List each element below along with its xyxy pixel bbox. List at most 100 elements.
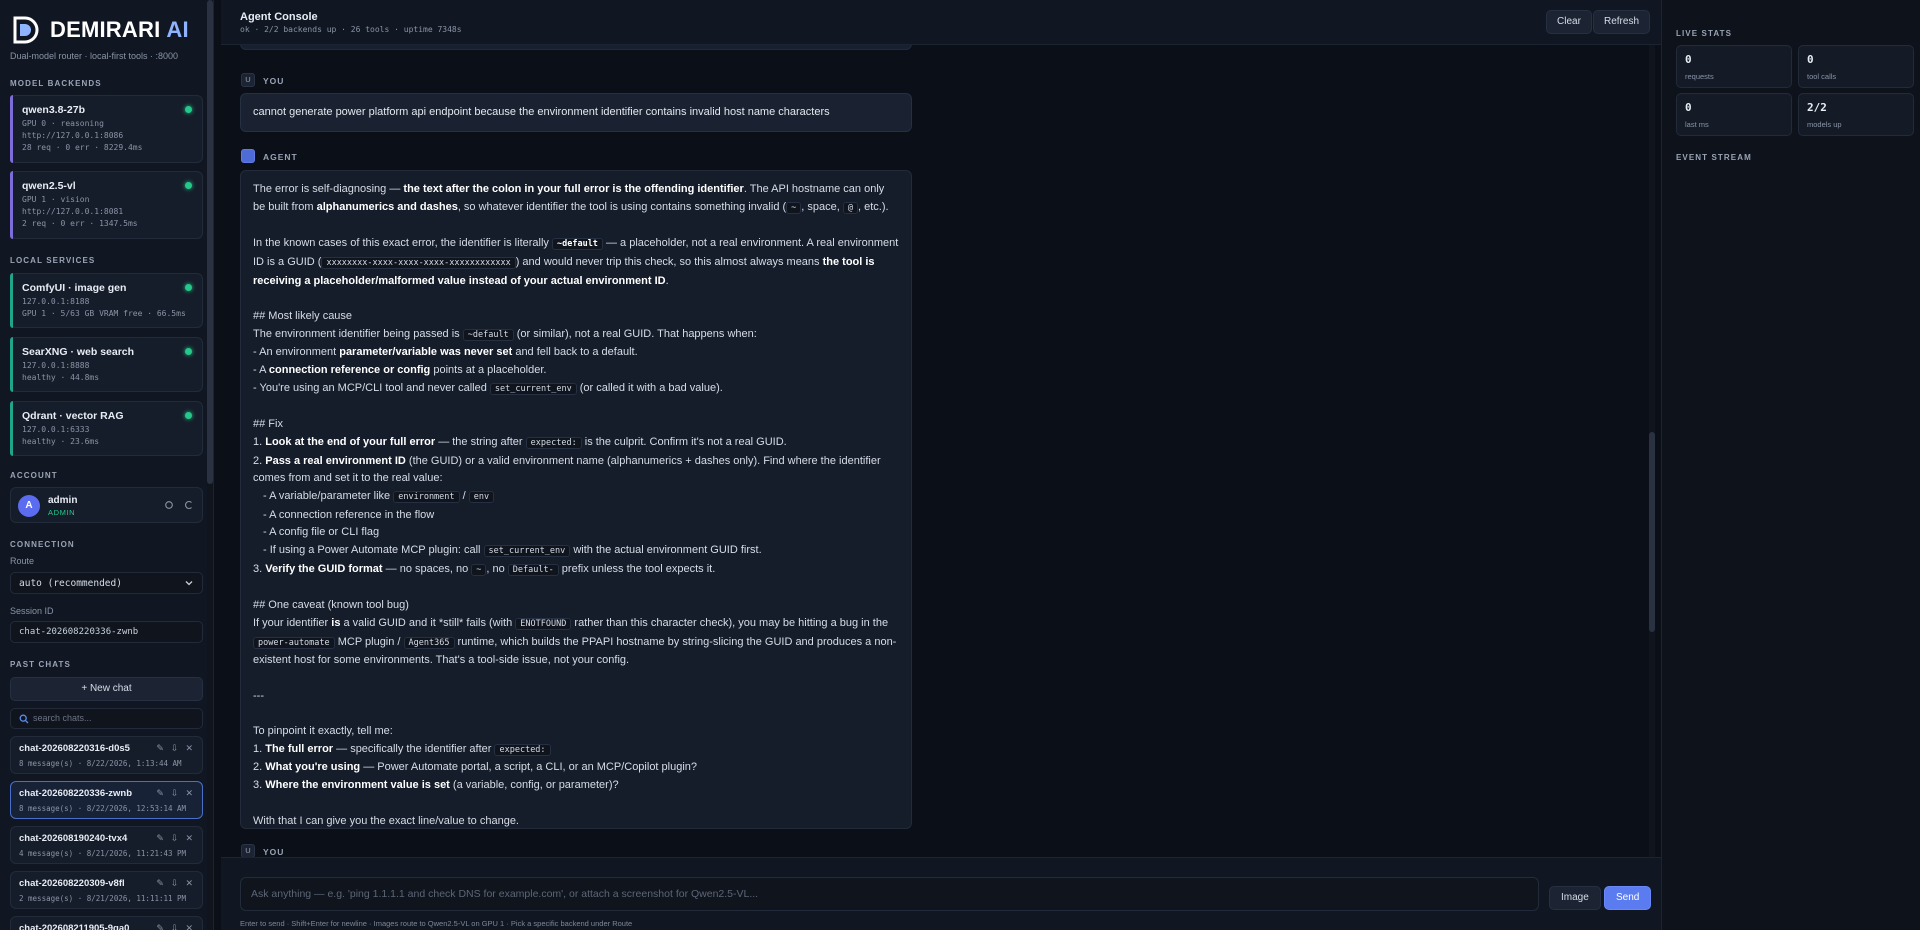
agent-paragraph: In the known cases of this exact error, …	[253, 237, 899, 287]
brand-name: DEMIRARI AI	[50, 17, 189, 42]
backend-name: qwen2.5-vl	[22, 180, 76, 192]
stat-last-ms: 0 last ms	[1676, 93, 1792, 136]
previous-message-bubble	[240, 45, 912, 50]
service-card-comfyui[interactable]: ComfyUI · image gen 127.0.0.1:8188 GPU 1…	[10, 273, 203, 328]
agent-heading: ## Fix	[253, 418, 283, 431]
service-status: GPU 1 · 5/63 GB VRAM free · 66.5ms	[22, 309, 186, 318]
top-bar: Agent Console ok · 2/2 backends up · 26 …	[221, 0, 1661, 45]
agent-line: 3. Where the environment value is set (a…	[253, 779, 619, 792]
account-card[interactable]: A admin ADMIN	[10, 487, 203, 523]
page-title: Agent Console	[240, 11, 318, 23]
rename-icon[interactable]: ✎	[156, 743, 164, 754]
stat-models-up: 2/2 models up	[1798, 93, 1914, 136]
rename-icon[interactable]: ✎	[156, 833, 164, 844]
brand[interactable]: DEMIRARI AI	[10, 14, 189, 46]
agent-line: 3. Verify the GUID format — no spaces, n…	[253, 562, 716, 576]
export-icon[interactable]: ⇩	[171, 743, 179, 754]
chat-list-item[interactable]: chat-202608220316-d0s5 8 message(s) · 8/…	[10, 736, 203, 774]
chat-scrollbar-thumb[interactable]	[1649, 432, 1655, 632]
backend-stats: 2 req · 0 err · 1347.5ms	[22, 219, 138, 228]
export-icon[interactable]: ⇩	[171, 923, 179, 930]
refresh-button[interactable]: Refresh	[1593, 10, 1651, 34]
message-input[interactable]: Ask anything — e.g. 'ping 1.1.1.1 and ch…	[240, 877, 1539, 911]
backend-gpu: GPU 1 · vision	[22, 195, 90, 204]
service-status: healthy · 23.6ms	[22, 437, 100, 446]
backend-card-qwen2-vl[interactable]: qwen2.5-vl GPU 1 · vision http://127.0.0…	[10, 171, 203, 239]
service-address: 127.0.0.1:8188	[22, 297, 90, 306]
stat-label: requests	[1685, 72, 1714, 81]
backend-gpu: GPU 0 · reasoning	[22, 119, 104, 128]
route-select[interactable]: auto (recommended)	[10, 572, 203, 594]
chevron-down-icon	[185, 581, 193, 586]
stat-value: 2/2	[1807, 101, 1827, 114]
attach-image-button[interactable]: Image	[1549, 886, 1601, 910]
delete-icon[interactable]: ✕	[185, 743, 193, 754]
account-role: ADMIN	[48, 508, 76, 517]
chat-meta: 8 message(s) · 8/22/2026, 1:13:44 AM	[19, 759, 182, 768]
composer: Ask anything — e.g. 'ping 1.1.1.1 and ch…	[221, 857, 1661, 930]
agent-line: - If using a Power Automate MCP plugin: …	[263, 544, 762, 558]
chat-list-item[interactable]: chat-202608211905-9qa0 ✎ ⇩ ✕	[10, 916, 203, 930]
service-address: 127.0.0.1:6333	[22, 425, 90, 434]
sidebar-scrollbar[interactable]	[207, 0, 213, 930]
agent-line: - A config file or CLI flag	[263, 526, 380, 539]
service-name: Qdrant · vector RAG	[22, 410, 124, 422]
agent-heading: ## Most likely cause	[253, 309, 353, 322]
user-message: cannot generate power platform api endpo…	[240, 93, 912, 132]
service-status: healthy · 44.8ms	[22, 373, 100, 382]
stat-label: last ms	[1685, 120, 1709, 129]
service-name: ComfyUI · image gen	[22, 282, 127, 294]
live-stats-title: LIVE STATS	[1676, 29, 1733, 38]
clear-button[interactable]: Clear	[1546, 10, 1592, 34]
chat-list-item[interactable]: chat-202608190240-tvx4 4 message(s) · 8/…	[10, 826, 203, 864]
session-label: Session ID	[10, 606, 54, 616]
export-icon[interactable]: ⇩	[171, 878, 179, 889]
stat-value: 0	[1685, 101, 1692, 114]
send-button[interactable]: Send	[1604, 886, 1652, 910]
stat-label: tool calls	[1807, 72, 1837, 81]
chat-transcript: U YOU cannot generate power platform api…	[221, 45, 1661, 857]
delete-icon[interactable]: ✕	[185, 788, 193, 799]
agent-line: 2. Pass a real environment ID (the GUID)…	[253, 454, 881, 485]
export-icon[interactable]: ⇩	[171, 833, 179, 844]
search-icon	[19, 714, 29, 724]
service-card-qdrant[interactable]: Qdrant · vector RAG 127.0.0.1:6333 healt…	[10, 401, 203, 456]
chat-scrollbar[interactable]	[1649, 45, 1655, 857]
rename-icon[interactable]: ✎	[156, 878, 164, 889]
chat-meta: 4 message(s) · 8/21/2026, 11:21:43 PM	[19, 849, 187, 858]
service-card-searxng[interactable]: SearXNG · web search 127.0.0.1:8888 heal…	[10, 337, 203, 392]
chat-list-item-active[interactable]: chat-202608220336-zwnb 8 message(s) · 8/…	[10, 781, 203, 819]
agent-line: If your identifier is a valid GUID and i…	[253, 616, 897, 667]
sidebar-scrollbar-thumb[interactable]	[207, 0, 213, 484]
search-chats-input[interactable]: search chats...	[10, 708, 203, 729]
route-label: Route	[10, 556, 35, 566]
agent-line: 2. What you're using — Power Automate po…	[253, 761, 698, 774]
rename-icon[interactable]: ✎	[156, 923, 164, 930]
backend-card-qwen3[interactable]: qwen3.8-27b GPU 0 · reasoning http://127…	[10, 95, 203, 163]
session-id-field[interactable]: chat-202608220336-zwnb	[10, 621, 203, 643]
agent-paragraph: The error is self-diagnosing — the text …	[253, 183, 889, 214]
status-dot-icon	[185, 412, 192, 419]
delete-icon[interactable]: ✕	[185, 923, 193, 930]
chat-list-item[interactable]: chat-202608220309-v8fl 2 message(s) · 8/…	[10, 871, 203, 909]
logout-icon[interactable]	[184, 500, 194, 510]
agent-line: - A connection reference in the flow	[263, 508, 435, 521]
export-icon[interactable]: ⇩	[171, 788, 179, 799]
delete-icon[interactable]: ✕	[185, 833, 193, 844]
user-role-label: YOU	[263, 847, 285, 857]
new-chat-button[interactable]: + New chat	[10, 677, 203, 701]
user-badge-icon: U	[241, 73, 255, 87]
chat-meta: 8 message(s) · 8/22/2026, 12:53:14 AM	[19, 804, 187, 813]
account-name: admin	[48, 495, 78, 506]
stat-label: models up	[1807, 120, 1842, 129]
user-badge-icon: U	[241, 844, 255, 857]
delete-icon[interactable]: ✕	[185, 878, 193, 889]
agent-line: - A connection reference or config point…	[253, 364, 547, 376]
theme-toggle-icon[interactable]	[164, 500, 174, 510]
model-backends-title: MODEL BACKENDS	[10, 79, 102, 88]
demirari-logo-icon	[10, 14, 42, 46]
rename-icon[interactable]: ✎	[156, 788, 164, 799]
connection-title: CONNECTION	[10, 540, 75, 549]
sidebar: DEMIRARI AI Dual-model router · local-fir…	[0, 0, 214, 930]
composer-hint: Enter to send · Shift+Enter for newline …	[240, 919, 633, 928]
